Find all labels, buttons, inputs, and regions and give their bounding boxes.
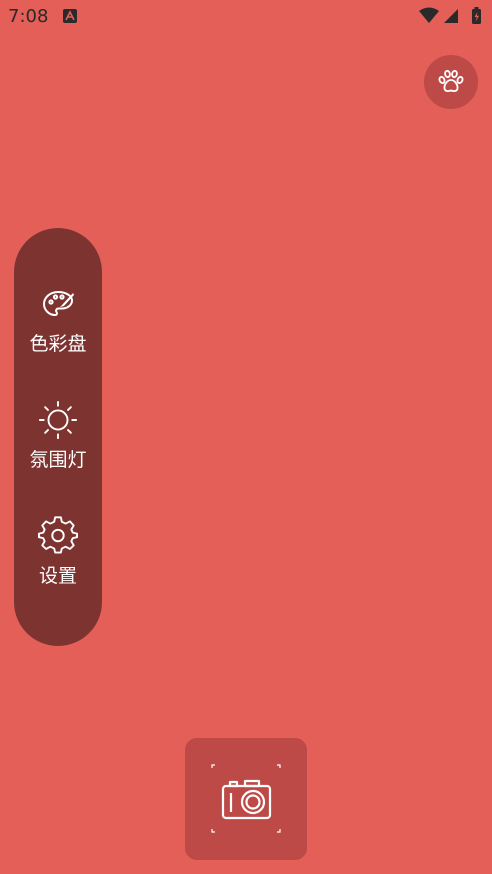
menu-item-label: 氛围灯	[29, 449, 87, 471]
menu-item-label: 色彩盘	[29, 333, 87, 355]
camera-button[interactable]	[185, 738, 307, 860]
app-notification-icon	[63, 9, 77, 23]
camera-icon	[211, 764, 281, 833]
sun-icon	[38, 400, 78, 440]
palette-icon	[42, 290, 74, 317]
status-bar: 7:08	[0, 0, 492, 34]
gear-icon	[38, 516, 78, 554]
paw-button[interactable]	[424, 55, 478, 109]
menu-item-ambient-light[interactable]: 氛围灯	[14, 400, 102, 496]
battery-charging-icon	[472, 7, 481, 24]
cell-signal-icon	[444, 9, 458, 23]
menu-item-palette[interactable]: 色彩盘	[14, 284, 102, 380]
side-menu: 色彩盘 氛围灯 设置	[14, 228, 102, 646]
menu-item-label: 设置	[38, 565, 77, 587]
wifi-icon	[419, 7, 439, 23]
status-time: 7:08	[8, 6, 49, 27]
paw-icon	[438, 69, 464, 92]
status-icons	[418, 7, 484, 25]
menu-item-settings[interactable]: 设置	[14, 516, 102, 612]
